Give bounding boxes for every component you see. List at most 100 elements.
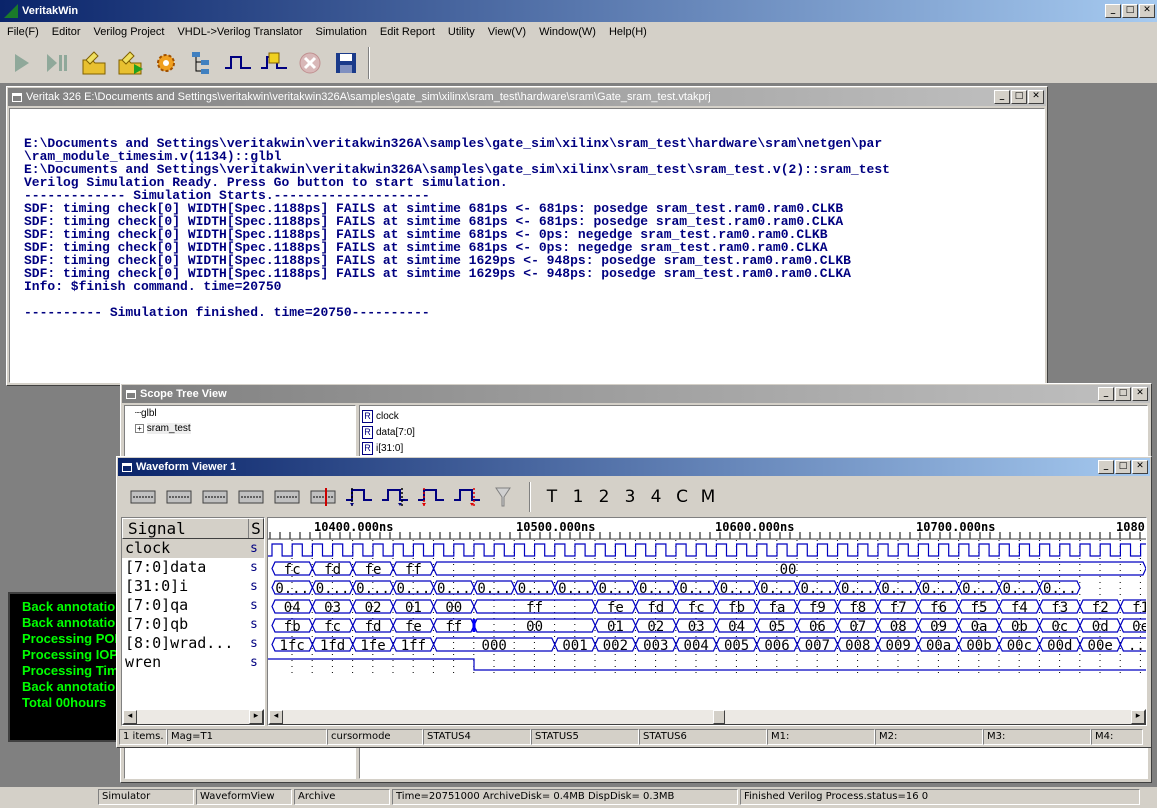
scope-signal-item[interactable]: Rclock — [362, 408, 1147, 424]
menu-item-3[interactable]: VHDL->Verilog Translator — [170, 22, 308, 42]
open-project-run-icon[interactable] — [116, 49, 144, 77]
qa-bus-value: fd — [647, 600, 664, 616]
next-edge-icon[interactable] — [307, 482, 339, 512]
menu-item-4[interactable]: Simulation — [309, 22, 373, 42]
signal-row[interactable]: [8:0]wrad... s — [122, 634, 264, 653]
waveform-close-button[interactable]: ✕ — [1132, 460, 1148, 474]
scope-maximize-button[interactable]: □ — [1115, 387, 1131, 401]
wave-area[interactable]: 10400.000ns 10500.000ns 10600.000ns 10700.0… — [267, 517, 1147, 726]
minimize-button[interactable]: _ — [1105, 4, 1121, 18]
signal-row[interactable]: [31:0]i s — [122, 577, 264, 596]
scroll-right-icon[interactable]: ▸ — [1131, 710, 1145, 724]
menu-item-0[interactable]: File(F) — [0, 22, 45, 42]
i-bus-value: 0... — [922, 581, 956, 597]
qb-bus-value: 08 — [890, 619, 907, 635]
marker-button-T[interactable]: T — [541, 487, 563, 507]
menu-item-6[interactable]: Utility — [441, 22, 481, 42]
signal-list[interactable]: Signal S clock s [7:0]data s [31:0]i s [7:0]qa… — [121, 517, 265, 726]
marker-button-3[interactable]: 3 — [619, 487, 641, 507]
menu-item-8[interactable]: Window(W) — [532, 22, 602, 42]
open-project-icon[interactable] — [80, 49, 108, 77]
menu-item-1[interactable]: Editor — [45, 22, 87, 42]
console-close-button[interactable]: ✕ — [1028, 90, 1044, 104]
register-icon: R — [362, 409, 373, 423]
wrad-bus-value: 003 — [643, 638, 668, 654]
step-icon[interactable] — [44, 49, 72, 77]
zoom-area-icon[interactable] — [235, 482, 267, 512]
tree-item-glbl[interactable]: ┈glbl — [135, 408, 355, 423]
signal-hscroll[interactable]: ◂ ▸ — [122, 709, 264, 725]
marker-button-M[interactable]: M — [697, 487, 719, 507]
cursor-left-icon[interactable] — [343, 482, 375, 512]
signal-row[interactable]: [7:0]qb s — [122, 615, 264, 634]
zoom-out-icon[interactable] — [163, 482, 195, 512]
stop-icon[interactable] — [296, 49, 324, 77]
wrad-bus-value: 002 — [603, 638, 628, 654]
maximize-button[interactable]: □ — [1122, 4, 1138, 18]
run-icon[interactable] — [8, 49, 36, 77]
console-maximize-button[interactable]: □ — [1011, 90, 1027, 104]
signal-row[interactable]: clock s — [122, 539, 264, 558]
prev-edge-icon[interactable] — [271, 482, 303, 512]
scroll-right-icon[interactable]: ▸ — [249, 710, 263, 724]
wrad-bus-value: 1ff — [401, 638, 426, 654]
waveform-statusbar: 1 items. Mag=T1 cursormode STATUS4 STATUS5 ST… — [119, 729, 1149, 746]
waveform-display[interactable]: 10400.000ns 10500.000ns 10600.000ns 10700.0… — [268, 518, 1146, 708]
waveform-icon[interactable] — [224, 49, 252, 77]
scope-signal-label: clock — [376, 410, 399, 422]
waveform-minimize-button[interactable]: _ — [1098, 460, 1114, 474]
qb-bus-value: 0c — [1051, 619, 1068, 635]
signal-name: [8:0]wrad... — [125, 634, 234, 652]
scroll-left-icon[interactable]: ◂ — [269, 710, 283, 724]
scope-close-button[interactable]: ✕ — [1132, 387, 1148, 401]
close-button[interactable]: ✕ — [1139, 4, 1155, 18]
save-icon[interactable] — [332, 49, 360, 77]
qb-bus-value: 0e — [1132, 619, 1146, 635]
scroll-thumb[interactable] — [713, 710, 725, 724]
i-bus-value: 0... — [1043, 581, 1077, 597]
waveform-maximize-button[interactable]: □ — [1115, 460, 1131, 474]
zoom-fit-icon[interactable] — [199, 482, 231, 512]
scope-minimize-button[interactable]: _ — [1098, 387, 1114, 401]
time-label: 10700.000ns — [916, 520, 995, 534]
console-output[interactable]: E:\Documents and Settings\veritakwin\ver… — [9, 108, 1045, 383]
i-bus-value: 0... — [760, 581, 794, 597]
marker-button-1[interactable]: 1 — [567, 487, 589, 507]
marker-left-icon[interactable] — [415, 482, 447, 512]
wrad-bus-value: 00e — [1088, 638, 1113, 654]
qb-bus-value: ff — [445, 619, 462, 635]
waveform-status-cell: STATUS4 — [423, 729, 531, 745]
wave-hscroll[interactable]: ◂ ▸ — [268, 709, 1146, 725]
menu-item-7[interactable]: View(V) — [481, 22, 532, 42]
time-label: 1080 — [1116, 520, 1145, 534]
hierarchy-icon[interactable] — [188, 49, 216, 77]
settings-gear-icon[interactable] — [152, 49, 180, 77]
wrad-bus-value: ... — [1128, 638, 1146, 654]
app-titlebar: VeritakWin _ □ ✕ — [0, 0, 1157, 22]
qb-bus-value: 02 — [647, 619, 664, 635]
qb-bus-value: 00 — [526, 619, 543, 635]
scope-signal-item[interactable]: Ri[31:0] — [362, 440, 1147, 456]
marker-button-4[interactable]: 4 — [645, 487, 667, 507]
zoom-in-icon[interactable] — [127, 482, 159, 512]
add-signal-icon[interactable] — [260, 49, 288, 77]
menu-item-2[interactable]: Verilog Project — [87, 22, 171, 42]
scope-signal-item[interactable]: Rdata[7:0] — [362, 424, 1147, 440]
signal-row[interactable]: [7:0]data s — [122, 558, 264, 577]
status-panel: Back annotation Back annotatio Processing … — [8, 592, 124, 742]
marker-button-C[interactable]: C — [671, 487, 693, 507]
scroll-left-icon[interactable]: ◂ — [123, 710, 137, 724]
waveform-status-cell: M4: — [1091, 729, 1143, 745]
marker-right-icon[interactable] — [451, 482, 483, 512]
filter-icon[interactable] — [487, 482, 519, 512]
marker-button-2[interactable]: 2 — [593, 487, 615, 507]
menu-item-5[interactable]: Edit Report — [373, 22, 441, 42]
signal-state: s — [250, 560, 258, 575]
menu-item-9[interactable]: Help(H) — [602, 22, 653, 42]
signal-row[interactable]: wren s — [122, 653, 264, 672]
cursor-right-icon[interactable] — [379, 482, 411, 512]
app-logo-icon — [4, 4, 18, 18]
signal-row[interactable]: [7:0]qa s — [122, 596, 264, 615]
tree-item-sram-test[interactable]: + sram_test — [135, 423, 355, 438]
console-minimize-button[interactable]: _ — [994, 90, 1010, 104]
